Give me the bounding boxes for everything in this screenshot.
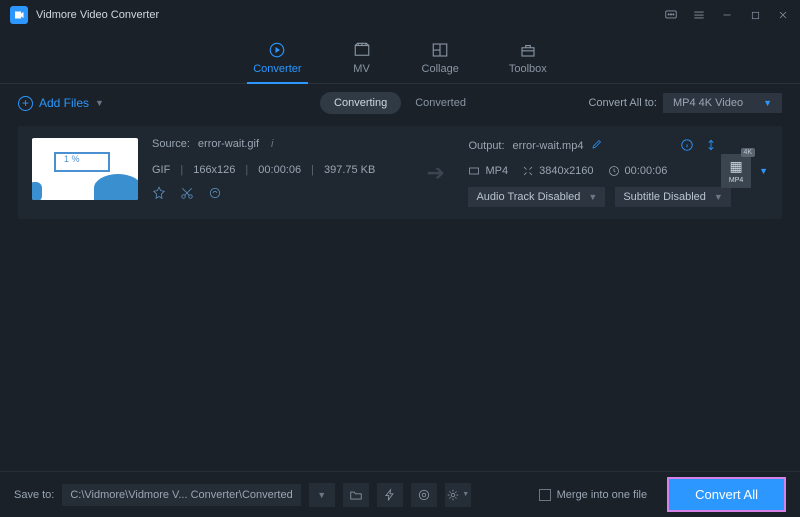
out-duration: 00:00:06 [625,165,668,177]
tab-label: Toolbox [509,63,547,75]
menu-icon[interactable] [692,8,706,22]
open-folder-button[interactable] [343,483,369,507]
compress-icon[interactable] [704,138,718,155]
thumbnail[interactable]: 1 % [32,138,138,200]
info-icon[interactable]: i [271,138,273,150]
convert-all-to-label: Convert All to: [588,97,656,109]
add-files-label: Add Files [39,96,89,110]
chevron-down-icon: ▼ [317,490,326,500]
chevron-down-icon: ▼ [95,98,104,108]
main-tabs: Converter MV Collage Toolbox [0,30,800,84]
seg-converting[interactable]: Converting [320,92,401,114]
minimize-icon[interactable] [720,8,734,22]
tab-converter[interactable]: Converter [253,41,301,83]
output-name: error-wait.mp4 [513,140,584,152]
settings-button[interactable]: ▼ [445,483,471,507]
tab-toolbox[interactable]: Toolbox [509,41,547,83]
src-size: 397.75 KB [324,164,375,176]
format-dropdown[interactable]: MP4 4K Video ▼ [663,93,782,113]
titlebar: Vidmore Video Converter [0,0,800,30]
info-circle-icon[interactable] [680,138,694,155]
out-dims: 3840x2160 [539,165,593,177]
tab-label: MV [353,63,370,75]
source-label: Source: [152,138,190,150]
cut-icon[interactable] [180,186,194,203]
plus-icon: + [18,96,33,111]
film-icon: ▦ [729,158,742,175]
chevron-down-icon: ▼ [763,98,772,108]
convert-all-button[interactable]: Convert All [667,477,786,512]
status-segmented: Converting Converted [320,92,480,114]
enhance-icon[interactable] [208,186,222,203]
chevron-down-icon: ▼ [462,491,469,498]
subtitle-label: Subtitle Disabled [623,191,706,203]
app-logo [10,6,28,24]
tab-label: Converter [253,63,301,75]
toolbar: + Add Files ▼ Converting Converted Conve… [0,84,800,122]
chevron-down-icon: ▼ [714,192,723,202]
tab-mv[interactable]: MV [352,41,372,83]
seg-converted[interactable]: Converted [401,92,480,114]
audio-label: Audio Track Disabled [476,191,580,203]
hardware-accel-button[interactable] [377,483,403,507]
file-item: 1 % Source: error-wait.gif i GIF| 166x12… [18,126,782,219]
rename-icon[interactable] [591,138,603,153]
out-codec: MP4 [485,165,508,177]
format-selected: MP4 4K Video [673,97,743,109]
output-format-button[interactable]: 4K ▦ MP4 ▼ [721,154,768,188]
chevron-down-icon: ▼ [588,192,597,202]
quality-badge: 4K [741,148,756,157]
app-title: Vidmore Video Converter [36,9,159,21]
output-label: Output: [468,140,504,152]
src-duration: 00:00:06 [258,164,301,176]
format-label: MP4 [729,177,743,184]
close-icon[interactable] [776,8,790,22]
path-dropdown-button[interactable]: ▼ [309,483,335,507]
tab-collage[interactable]: Collage [422,41,459,83]
audio-track-dropdown[interactable]: Audio Track Disabled ▼ [468,187,605,207]
path-text: C:\Vidmore\Vidmore V... Converter\Conver… [70,489,292,501]
maximize-icon[interactable] [748,8,762,22]
chevron-down-icon: ▼ [759,166,768,176]
save-to-label: Save to: [14,489,54,501]
add-files-button[interactable]: + Add Files ▼ [18,96,104,111]
edit-icon[interactable] [152,186,166,203]
arrow-icon: ➔ [426,160,454,186]
task-schedule-button[interactable] [411,483,437,507]
footer: Save to: C:\Vidmore\Vidmore V... Convert… [0,471,800,517]
merge-checkbox[interactable] [539,489,551,501]
merge-label: Merge into one file [557,489,648,501]
source-name: error-wait.gif [198,138,259,150]
feedback-icon[interactable] [664,8,678,22]
tab-label: Collage [422,63,459,75]
save-path-field[interactable]: C:\Vidmore\Vidmore V... Converter\Conver… [62,484,300,506]
subtitle-dropdown[interactable]: Subtitle Disabled ▼ [615,187,730,207]
src-dims: 166x126 [193,164,235,176]
src-codec: GIF [152,164,170,176]
